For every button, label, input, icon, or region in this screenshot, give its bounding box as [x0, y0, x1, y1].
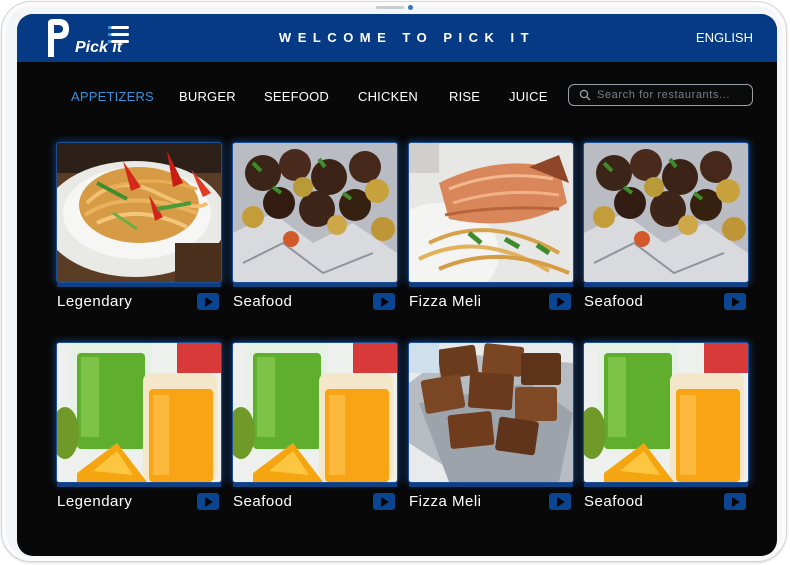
tab-appetizers[interactable]: APPETIZERS	[71, 89, 154, 104]
food-image-salmon[interactable]	[408, 142, 574, 283]
search-box[interactable]	[568, 84, 753, 106]
app-header: Pick it WELCOME TO PICK IT ENGLISH	[17, 14, 777, 62]
card-divider	[584, 283, 748, 287]
card-divider	[409, 483, 573, 487]
tab-juice[interactable]: JUICE	[509, 89, 548, 104]
play-icon[interactable]	[373, 493, 395, 510]
page-title: WELCOME TO PICK IT	[278, 30, 536, 45]
tab-burger[interactable]: BURGER	[179, 89, 236, 104]
play-icon[interactable]	[197, 293, 219, 310]
food-image-juice[interactable]	[583, 342, 749, 483]
card-divider	[584, 483, 748, 487]
card-title: Fizza Meli	[409, 493, 482, 510]
card-title: Fizza Meli	[409, 293, 482, 310]
tab-chicken[interactable]: CHICKEN	[358, 89, 418, 104]
app-screen: Pick it WELCOME TO PICK IT ENGLISH APPET…	[17, 14, 777, 556]
tab-rise[interactable]: RISE	[449, 89, 480, 104]
play-icon[interactable]	[724, 293, 746, 310]
play-icon[interactable]	[549, 293, 571, 310]
food-image-brownies[interactable]	[408, 342, 574, 483]
card-title: Seafood	[584, 493, 644, 510]
card-title: Legendary	[57, 493, 133, 510]
food-image-roasted-meat[interactable]	[583, 142, 749, 283]
play-icon[interactable]	[197, 493, 219, 510]
card-divider	[57, 283, 221, 287]
card-divider	[409, 283, 573, 287]
food-image-juice[interactable]	[56, 342, 222, 483]
card-divider	[233, 283, 397, 287]
play-icon[interactable]	[549, 493, 571, 510]
card-divider	[57, 483, 221, 487]
tab-seefood[interactable]: SEEFOOD	[264, 89, 329, 104]
card-title: Seafood	[233, 293, 293, 310]
card-title: Seafood	[233, 493, 293, 510]
card-divider	[233, 483, 397, 487]
play-icon[interactable]	[373, 293, 395, 310]
food-image-noodles[interactable]	[56, 142, 222, 283]
tablet-speaker	[376, 6, 404, 9]
food-image-roasted-meat[interactable]	[232, 142, 398, 283]
search-input[interactable]	[597, 87, 747, 103]
language-selector[interactable]: ENGLISH	[696, 30, 753, 45]
search-icon	[579, 89, 591, 101]
tablet-camera	[408, 5, 413, 10]
card-title: Legendary	[57, 293, 133, 310]
tablet-frame: Pick it WELCOME TO PICK IT ENGLISH APPET…	[1, 1, 787, 562]
card-title: Seafood	[584, 293, 644, 310]
food-image-juice[interactable]	[232, 342, 398, 483]
play-icon[interactable]	[724, 493, 746, 510]
